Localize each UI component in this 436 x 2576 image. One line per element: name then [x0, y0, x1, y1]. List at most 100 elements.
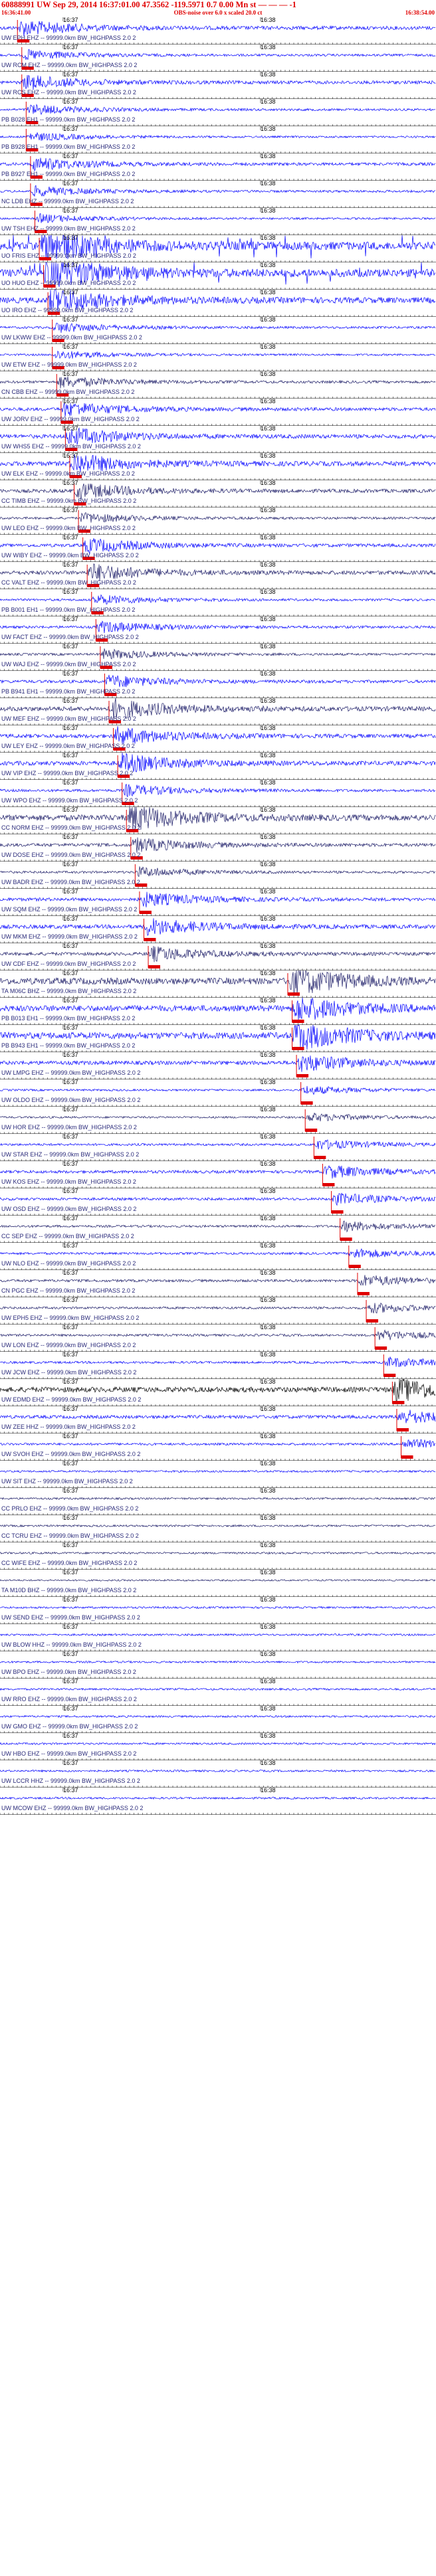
time-mark-label: 16:38: [261, 889, 276, 895]
station-label: UW OLDO EHZ -- 99999.0km BW_HIGHPASS 2.0…: [1, 1097, 141, 1103]
time-mark-label: 16:38: [261, 153, 276, 159]
trace-row: 16:37 16:38 UW LKWW EHZ -- 99999.0km BW_HI…: [0, 317, 436, 344]
time-mark-label: 16:37: [63, 780, 78, 786]
trace-row: 16:37 16:38 UW OLDO EHZ -- 99999.0km BW_HI…: [0, 1079, 436, 1107]
time-mark-label: 16:37: [63, 480, 78, 486]
trace-row: 16:37 16:38 UW STAR EHZ -- 99999.0km BW_HI…: [0, 1134, 436, 1161]
trace-row: 16:37 16:38 UW FACT EHZ -- 99999.0km BW_HI…: [0, 616, 436, 644]
trace-row: 16:37 16:38 CC TIMB EHZ -- 99999.0km BW_HI…: [0, 480, 436, 507]
waveform: [0, 157, 436, 172]
station-label: UW OSD EHZ -- 99999.0km BW_HIGHPASS 2.0 …: [1, 1206, 137, 1212]
station-label: PB B001 EH1 -- 99999.0km BW_HIGHPASS 2.0…: [1, 606, 136, 613]
time-mark-label: 16:37: [63, 181, 78, 187]
station-label: UW WAJ EHZ -- 99999.0km BW_HIGHPASS 2.0 …: [1, 661, 136, 668]
station-label: UW WHS5 EHZ -- 99999.0km BW_HIGHPASS 2.0…: [1, 443, 141, 450]
time-mark-label: 16:38: [261, 1134, 276, 1140]
time-mark-label: 16:38: [261, 834, 276, 840]
trace-row: 16:37 16:38 PB B028 EH1 -- 99999.0km BW_HI…: [0, 99, 436, 126]
phase-pick-marker: [144, 938, 156, 941]
time-mark-label: 16:38: [261, 1052, 276, 1058]
station-label: PB B943 EH1 -- 99999.0km BW_HIGHPASS 2.0…: [1, 1042, 136, 1049]
time-mark-label: 16:37: [63, 1052, 78, 1058]
time-mark-label: 16:37: [63, 589, 78, 595]
time-mark-label: 16:38: [261, 45, 276, 50]
trace-row: 16:37 16:38 UW RCS EHZ -- 99999.0km BW_HIG…: [0, 72, 436, 99]
station-label: CC NORM EHZ -- 99999.0km BW_HIGHPASS 2.0…: [1, 824, 141, 831]
time-mark-label: 16:38: [261, 1079, 276, 1085]
time-mark-label: 16:37: [63, 507, 78, 513]
time-mark-label: 16:37: [63, 126, 78, 132]
time-mark-label: 16:37: [63, 426, 78, 432]
time-mark-label: 16:38: [261, 17, 276, 23]
time-mark-label: 16:38: [261, 562, 276, 568]
trace-row: 16:37 16:38 UW MEF EHZ -- 99999.0km BW_HIG…: [0, 698, 436, 725]
time-mark-label: 16:38: [261, 589, 276, 595]
time-mark-label: 16:38: [261, 262, 276, 268]
time-mark-label: 16:38: [261, 616, 276, 622]
trace-row: 16:37 16:38 PB B943 EH1 -- 99999.0km BW_HI…: [0, 1025, 436, 1052]
waveform: [0, 648, 436, 660]
station-label: UW TSH EHZ -- 99999.0km BW_HIGHPASS 2.0 …: [1, 225, 136, 232]
time-mark-label: 16:37: [63, 72, 78, 78]
station-label: UW ELK EHZ -- 99999.0km BW_HIGHPASS 2.0 …: [1, 470, 135, 477]
trace-row: 16:37 16:38 UW JORV EHZ -- 99999.0km BW_HI…: [0, 399, 436, 426]
trace-row: 16:37 16:38 UW CDF EHZ -- 99999.0km BW_HIG…: [0, 943, 436, 970]
trace-row: 16:37 16:38 NC LDB EHZ -- 99999.0km BW_HIG…: [0, 181, 436, 208]
waveform: [0, 376, 436, 389]
time-mark-label: 16:38: [261, 507, 276, 513]
station-label: UW BADR EHZ -- 99999.0km BW_HIGHPASS 2.0…: [1, 879, 140, 885]
waveform: [0, 213, 436, 223]
time-mark-label: 16:37: [63, 1107, 78, 1113]
station-label: UW MEF EHZ -- 99999.0km BW_HIGHPASS 2.0 …: [1, 715, 136, 722]
time-mark-label: 16:37: [63, 916, 78, 922]
trace-row: 16:37 16:38 UW MKM EHZ -- 99999.0km BW_HIG…: [0, 916, 436, 943]
station-label: UW KOS EHZ -- 99999.0km BW_HIGHPASS 2.0 …: [1, 1178, 136, 1185]
time-mark-label: 16:38: [261, 698, 276, 704]
station-label: UO IRO EHZ -- 99999.0km BW_HIGHPASS 2.0 …: [1, 307, 134, 314]
trace-row: 16:37 16:38 UW SQM EHZ -- 99999.0km BW_HIG…: [0, 889, 436, 916]
trace-row: 16:37 16:38 PB B928 EH1 -- 99999.0km BW_HI…: [0, 126, 436, 153]
time-mark-label: 16:37: [63, 671, 78, 677]
time-mark-label: 16:37: [63, 616, 78, 622]
time-mark-label: 16:38: [261, 453, 276, 459]
waveform: [0, 866, 436, 877]
time-mark-label: 16:37: [63, 1134, 78, 1140]
time-mark-label: 16:38: [261, 371, 276, 377]
station-label: UW RCM EHZ -- 99999.0km BW_HIGHPASS 2.0 …: [1, 62, 138, 68]
time-mark-label: 16:37: [63, 1161, 78, 1167]
time-mark-label: 16:38: [261, 970, 276, 976]
time-mark-label: 16:38: [261, 807, 276, 813]
trace-row: 16:37 16:38 UO IRO EHZ -- 99999.0km BW_HIG…: [0, 290, 436, 317]
phase-pick-marker: [292, 1047, 304, 1050]
station-label: UW WPO EHZ -- 99999.0km BW_HIGHPASS 2.0 …: [1, 797, 138, 804]
event-title: 60888991 UW Sep 29, 2014 16:37:01.00 47.…: [1, 0, 296, 9]
time-mark-label: 16:37: [63, 344, 78, 350]
time-mark-label: 16:37: [63, 807, 78, 813]
time-mark-label: 16:38: [261, 998, 276, 1004]
station-label: UW LEO EHZ -- 99999.0km BW_HIGHPASS 2.0 …: [1, 525, 136, 531]
phase-pick-marker: [300, 1101, 313, 1105]
time-mark-label: 16:37: [63, 998, 78, 1004]
waveform: [0, 784, 436, 798]
trace-row: 16:37 16:38 UW RCM EHZ -- 99999.0km BW_HIG…: [0, 45, 436, 72]
time-mark-label: 16:37: [63, 970, 78, 976]
trace-row: 16:37 16:38 UW VIP EHZ -- 99999.0km BW_HIG…: [0, 753, 436, 780]
trace-row: 16:37 16:38 PB B001 EH1 -- 99999.0km BW_HI…: [0, 589, 436, 616]
trace-row: 16:37 16:38 UW TSH EHZ -- 99999.0km BW_HIG…: [0, 208, 436, 235]
plot-header: 60888991 UW Sep 29, 2014 16:37:01.00 47.…: [0, 0, 436, 17]
time-mark-label: 16:37: [63, 262, 78, 268]
phase-pick-marker: [292, 1020, 304, 1023]
trace-row: 16:37 16:38 UW ELK EHZ -- 99999.0km BW_HIG…: [0, 453, 436, 480]
station-label: UW DOSE EHZ -- 99999.0km BW_HIGHPASS 2.0…: [1, 852, 141, 858]
time-mark-label: 16:38: [261, 1025, 276, 1031]
time-mark-label: 16:37: [63, 45, 78, 50]
phase-pick-marker: [139, 911, 152, 914]
waveform: [0, 104, 436, 116]
trace-row: 16:37 16:38 PB B013 EH1 -- 99999.0km BW_HI…: [0, 998, 436, 1025]
waveform: [0, 594, 435, 605]
waveform: [0, 350, 436, 359]
trace-row: 16:37 16:38 UW ETW EHZ -- 99999.0km BW_HIG…: [0, 344, 436, 371]
waveform: [0, 1113, 436, 1122]
station-label: UW WIBY EHZ -- 99999.0km BW_HIGHPASS 2.0…: [1, 552, 139, 559]
trace-row: 16:37 16:38 UW LMPG EHZ -- 99999.0km BW_HI…: [0, 1052, 436, 1079]
